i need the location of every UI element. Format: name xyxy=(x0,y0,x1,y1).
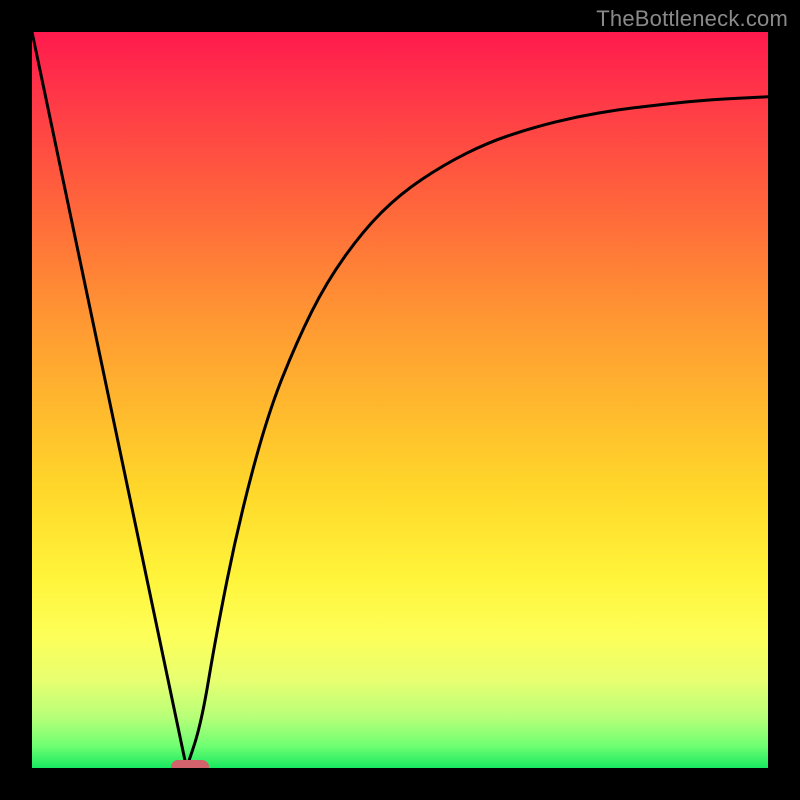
minimum-marker xyxy=(171,760,209,768)
chart-frame: TheBottleneck.com xyxy=(0,0,800,800)
bottleneck-curve xyxy=(32,32,768,768)
plot-area xyxy=(32,32,768,768)
watermark-text: TheBottleneck.com xyxy=(596,6,788,32)
